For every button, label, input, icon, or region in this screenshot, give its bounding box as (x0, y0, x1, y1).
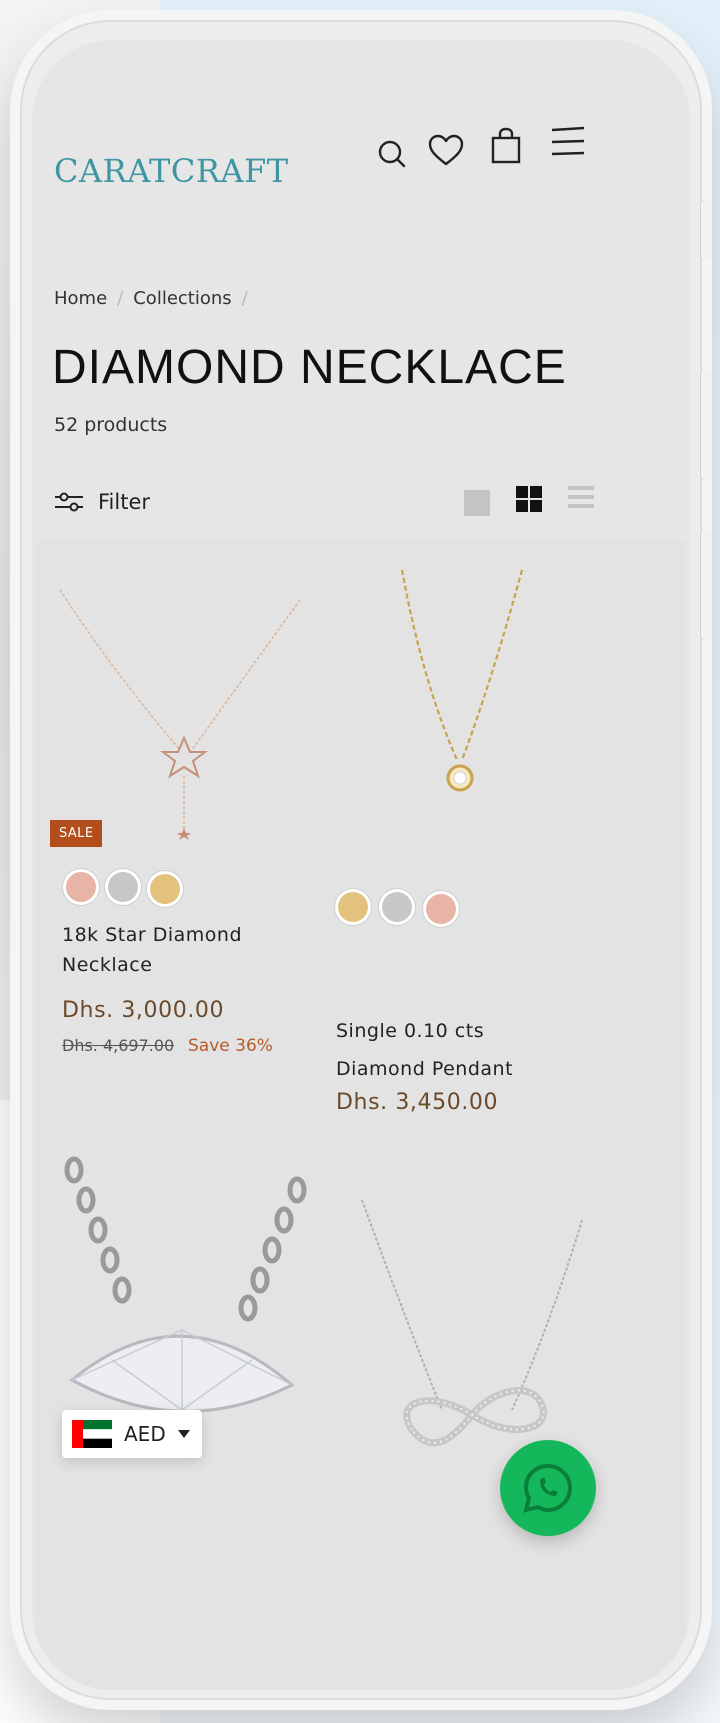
page-title: DIAMOND NECKLACE (52, 341, 567, 394)
uae-flag-icon (72, 1420, 112, 1448)
logo-text: CARATCRAFT (54, 152, 289, 190)
product-title-line: 18k Star Diamond (62, 924, 243, 946)
product-title-line: Single 0.10 cts (336, 1020, 485, 1042)
product-price: Dhs. 3,450.00 (336, 1090, 499, 1115)
compare-at-price: Dhs. 4,697.00 (62, 1036, 175, 1055)
save-percentage: Save 36% (188, 1036, 273, 1056)
brand-logo[interactable]: CARATCRAFT (54, 152, 289, 190)
whatsapp-icon (523, 1463, 573, 1513)
list-view-icon[interactable] (566, 482, 596, 512)
star-necklace-image[interactable] (52, 580, 302, 840)
product-price: Dhs. 3,000.00 (62, 998, 225, 1023)
search-icon[interactable] (370, 130, 414, 174)
currency-code: AED (124, 1422, 166, 1446)
screen: CARATCRAFT Home / Collections / DIAMOND NEC… (32, 40, 690, 1690)
swatch-yellow-gold[interactable] (338, 892, 368, 922)
swatch-rose-gold[interactable] (66, 872, 96, 902)
whatsapp-button[interactable] (500, 1440, 596, 1536)
infinity-mom-image[interactable] (352, 1190, 602, 1450)
breadcrumb-home[interactable]: Home (54, 288, 107, 309)
product-title-line: Necklace (62, 954, 153, 976)
gold-pendant-image[interactable] (382, 560, 542, 820)
heart-icon[interactable] (424, 130, 468, 174)
breadcrumb-separator: / (241, 288, 248, 309)
sliders-icon (55, 492, 83, 512)
currency-selector[interactable]: AED (62, 1410, 202, 1458)
breadcrumb-separator: / (117, 288, 124, 309)
product-title-line: Diamond Pendant (336, 1058, 514, 1080)
marquise-diamond-image[interactable] (52, 1150, 322, 1440)
filter-button[interactable]: Filter (54, 490, 150, 514)
swatch-white-gold[interactable] (108, 872, 138, 902)
swatch-yellow-gold[interactable] (150, 874, 180, 904)
phone-frame: CARATCRAFT Home / Collections / DIAMOND NEC… (10, 10, 712, 1710)
grid-2-view-icon[interactable] (514, 484, 544, 514)
grid-large-view-icon[interactable] (462, 488, 492, 518)
silent-switch (700, 200, 712, 260)
product-title[interactable]: Single 0.10 cts Diamond Pendant (336, 1012, 513, 1088)
volume-up-button (700, 370, 712, 480)
product-count: 52 products (54, 414, 168, 436)
sale-badge: SALE (50, 820, 103, 847)
volume-down-button (700, 530, 712, 640)
bag-icon[interactable] (484, 124, 528, 168)
breadcrumb: Home / Collections / (54, 288, 258, 309)
product-title[interactable]: 18k Star Diamond Necklace (62, 920, 242, 980)
breadcrumb-collections[interactable]: Collections (133, 288, 231, 309)
swatch-white-gold[interactable] (382, 892, 412, 922)
menu-icon[interactable] (546, 120, 590, 164)
filter-label: Filter (98, 490, 151, 514)
chevron-down-icon (177, 1430, 190, 1438)
swatch-rose-gold[interactable] (426, 894, 456, 924)
